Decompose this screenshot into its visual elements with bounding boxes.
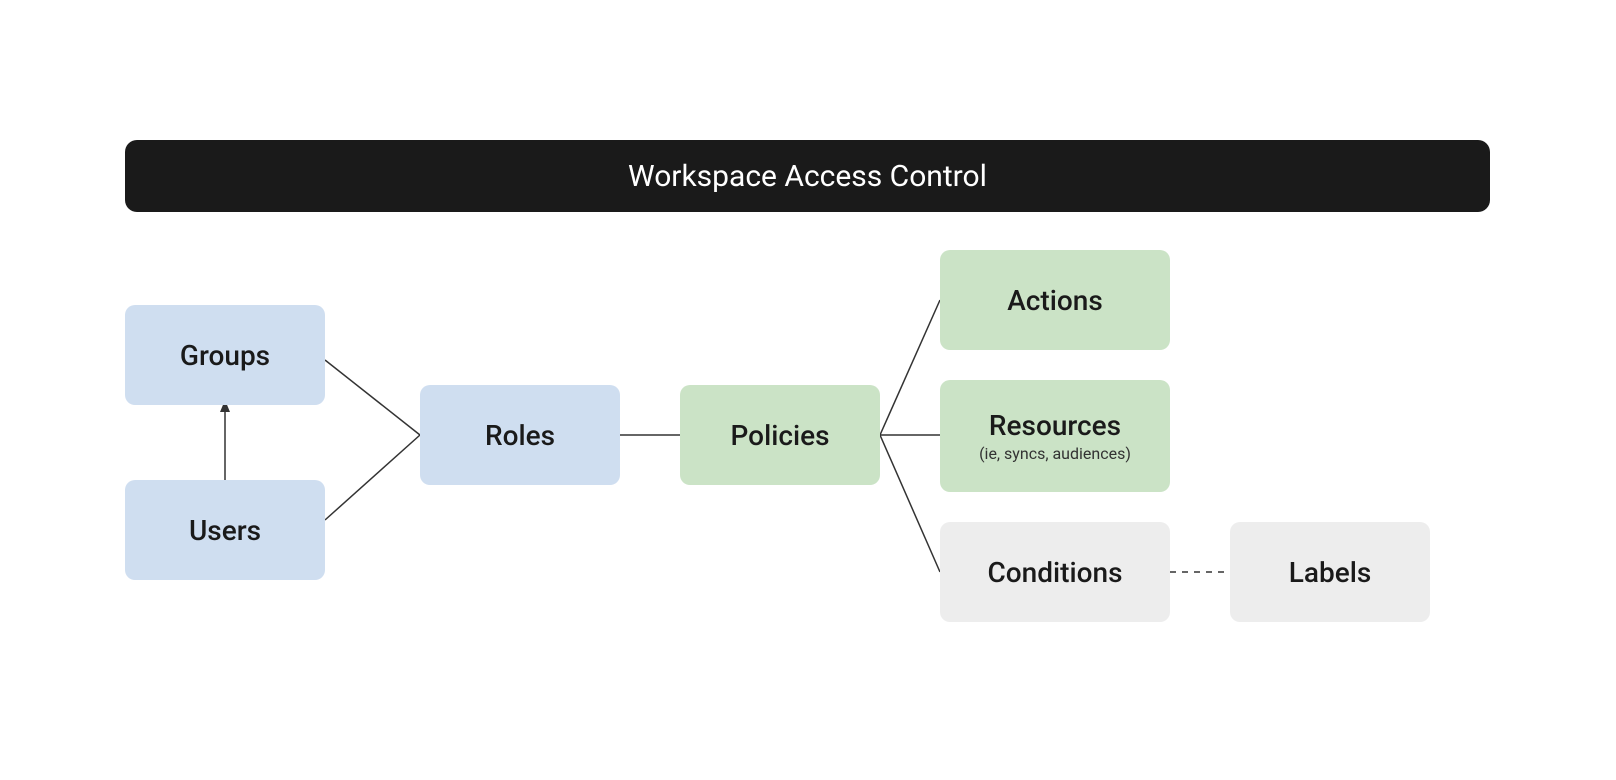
- node-labels: Labels: [1230, 522, 1430, 622]
- node-roles: Roles: [420, 385, 620, 485]
- diagram-canvas: Workspace Access Control Groups Users Ro…: [0, 0, 1616, 780]
- diagram-title-bar: Workspace Access Control: [125, 140, 1490, 212]
- node-policies-label: Policies: [730, 419, 829, 452]
- node-resources: Resources (ie, syncs, audiences): [940, 380, 1170, 492]
- node-resources-sublabel: (ie, syncs, audiences): [979, 444, 1131, 463]
- node-users: Users: [125, 480, 325, 580]
- node-conditions: Conditions: [940, 522, 1170, 622]
- node-groups-label: Groups: [180, 339, 270, 372]
- node-actions-label: Actions: [1007, 284, 1103, 317]
- node-conditions-label: Conditions: [987, 556, 1122, 589]
- diagram-title: Workspace Access Control: [628, 159, 987, 194]
- node-labels-label: Labels: [1289, 556, 1372, 589]
- node-roles-label: Roles: [485, 419, 555, 452]
- node-resources-label: Resources: [989, 409, 1121, 442]
- node-actions: Actions: [940, 250, 1170, 350]
- node-users-label: Users: [189, 514, 261, 547]
- node-policies: Policies: [680, 385, 880, 485]
- node-groups: Groups: [125, 305, 325, 405]
